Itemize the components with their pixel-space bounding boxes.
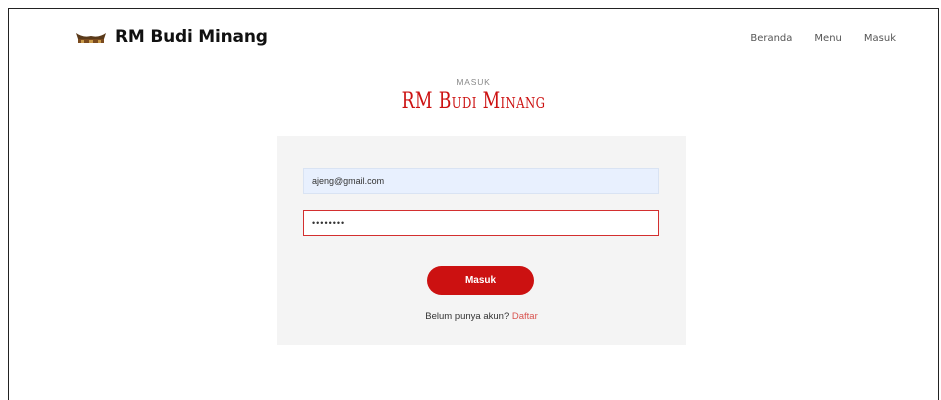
login-form-card: Masuk Belum punya akun? Daftar: [277, 136, 686, 345]
password-field[interactable]: [303, 210, 659, 236]
register-prompt-text: Belum punya akun?: [425, 311, 510, 322]
browser-viewport: RM Budi Minang Beranda Menu Masuk MASUK …: [8, 8, 939, 400]
navbar: RM Budi Minang Beranda Menu Masuk: [9, 9, 938, 65]
register-link[interactable]: Daftar: [512, 311, 538, 322]
login-button[interactable]: Masuk: [427, 266, 534, 295]
brand[interactable]: RM Budi Minang: [75, 27, 268, 47]
nav-link-menu[interactable]: Menu: [814, 33, 841, 44]
nav-link-masuk[interactable]: Masuk: [864, 33, 896, 44]
register-prompt: Belum punya akun? Daftar: [277, 311, 686, 322]
brand-name: RM Budi Minang: [115, 27, 268, 47]
section-kicker: MASUK: [456, 77, 491, 87]
nav-links: Beranda Menu Masuk: [750, 33, 896, 44]
nav-link-beranda[interactable]: Beranda: [750, 33, 792, 44]
email-field[interactable]: [303, 168, 659, 194]
rumah-gadang-roof-icon: [76, 33, 106, 43]
page-title: RM Budi Minang: [401, 89, 546, 114]
